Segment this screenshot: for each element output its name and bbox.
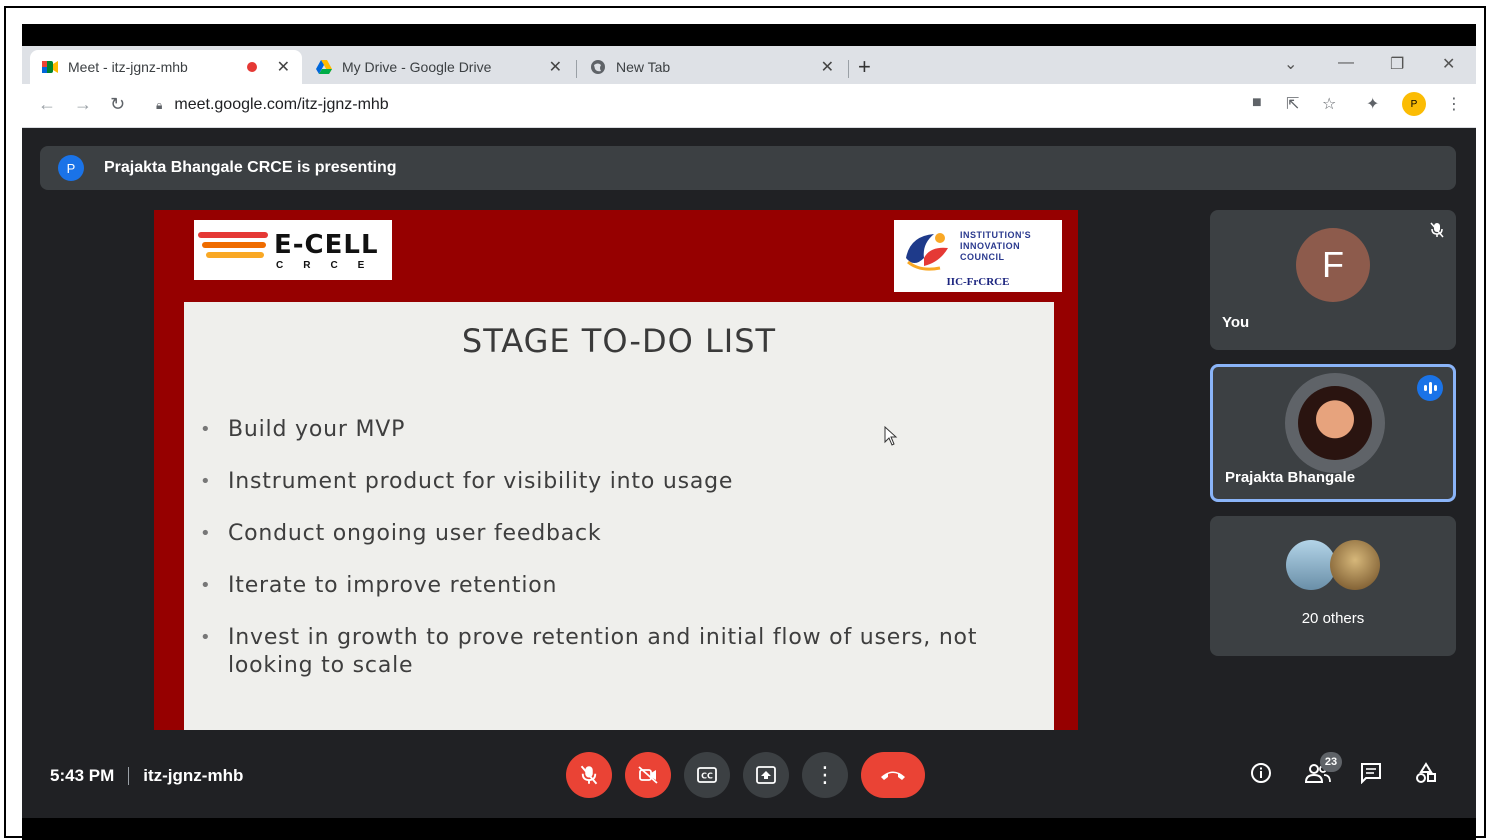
speaking-indicator-icon	[1417, 375, 1443, 401]
chevron-down-icon[interactable]: ⌄	[1284, 54, 1297, 74]
clock-time: 5:43 PM	[50, 766, 115, 785]
extensions-icon[interactable]: ✦	[1366, 94, 1379, 114]
avatar	[1286, 540, 1336, 590]
globe-icon	[590, 59, 606, 75]
present-button[interactable]	[743, 752, 789, 798]
slide-content: STAGE TO-DO LIST Build your MVP Instrume…	[184, 302, 1054, 730]
forward-icon[interactable]: →	[74, 94, 92, 115]
tab-separator	[576, 60, 577, 78]
iic-emblem	[906, 233, 948, 271]
drive-icon	[316, 59, 332, 75]
lock-icon: 🔒︎	[156, 97, 163, 112]
others-count: 20 others	[1301, 610, 1365, 627]
share-icon[interactable]: ⇱	[1286, 94, 1299, 114]
bullet-item: Invest in growth to prove retention and …	[200, 624, 1050, 680]
bullet-item: Instrument product for visibility into u…	[200, 468, 1050, 496]
control-bar: 5:43 PM itz-jgnz-mhb CC ⋮ 23	[22, 748, 1476, 808]
participant-tile-others[interactable]: 20 others	[1210, 516, 1456, 656]
ecell-word: E-CELL	[274, 230, 379, 260]
browser-window: Meet - itz-jgnz-mhb ✕ My Drive - Google …	[22, 24, 1476, 840]
presenting-text: Prajakta Bhangale CRCE is presenting	[104, 159, 397, 176]
camera-off-icon	[638, 766, 658, 784]
close-window-icon[interactable]: ✕	[1442, 54, 1455, 74]
captions-icon: CC	[697, 767, 717, 783]
mic-toggle-button[interactable]	[566, 752, 612, 798]
profile-avatar[interactable]: P	[1402, 92, 1426, 116]
star-icon[interactable]: ☆	[1322, 94, 1336, 114]
slide-bullets: Build your MVP Instrument product for vi…	[200, 416, 1050, 704]
present-icon	[756, 766, 776, 784]
svg-text:CC: CC	[701, 772, 713, 781]
activities-button[interactable]	[1415, 762, 1437, 790]
iic-logo: INSTITUTION'S INNOVATION COUNCIL IIC-FrC…	[894, 220, 1062, 292]
tab-drive[interactable]: My Drive - Google Drive ✕	[304, 50, 574, 84]
tab-title: New Tab	[616, 59, 671, 75]
chat-icon	[1361, 763, 1381, 785]
url-text: meet.google.com/itz-jgnz-mhb	[174, 96, 389, 113]
others-avatars	[1286, 540, 1386, 592]
reload-icon[interactable]: ↻	[110, 94, 125, 115]
participant-name: You	[1222, 314, 1250, 331]
minimize-icon[interactable]: —	[1338, 54, 1354, 72]
close-tab-icon[interactable]: ✕	[277, 57, 290, 77]
avatar	[1285, 373, 1385, 473]
slide-title: STAGE TO-DO LIST	[461, 322, 777, 360]
hang-up-icon	[881, 771, 905, 780]
new-tab-button[interactable]: +	[858, 54, 871, 80]
tab-title: My Drive - Google Drive	[342, 59, 492, 75]
address-bar: ← → ↻ 🔒︎ meet.google.com/itz-jgnz-mhb ■ …	[22, 84, 1476, 128]
meeting-code: itz-jgnz-mhb	[143, 766, 244, 785]
mic-off-icon	[580, 765, 598, 785]
tab-meet[interactable]: Meet - itz-jgnz-mhb ✕	[30, 50, 302, 84]
participant-name: Prajakta Bhangale	[1225, 469, 1356, 486]
ecell-logo: E-CELL CRCE	[194, 220, 392, 280]
participant-tile-speaker[interactable]: Prajakta Bhangale	[1210, 364, 1456, 502]
tab-title: Meet - itz-jgnz-mhb	[68, 59, 188, 75]
url-field[interactable]: 🔒︎ meet.google.com/itz-jgnz-mhb	[156, 96, 389, 114]
bullet-item: Build your MVP	[200, 416, 1050, 444]
meeting-info: 5:43 PM itz-jgnz-mhb	[50, 766, 243, 786]
activities-icon	[1416, 762, 1436, 783]
iic-bottom-text: IIC-FrCRCE	[946, 276, 1010, 288]
meet-icon	[42, 59, 58, 75]
camera-icon[interactable]: ■	[1252, 94, 1262, 112]
more-options-button[interactable]: ⋮	[802, 752, 848, 798]
tab-strip: Meet - itz-jgnz-mhb ✕ My Drive - Google …	[22, 46, 1476, 84]
presenting-banner: P Prajakta Bhangale CRCE is presenting	[40, 146, 1456, 190]
leave-call-button[interactable]	[861, 752, 925, 798]
chat-button[interactable]	[1360, 762, 1382, 790]
bullet-item: Iterate to improve retention	[200, 572, 1050, 600]
more-vert-icon: ⋮	[814, 762, 836, 787]
tab-separator	[848, 60, 849, 78]
meet-stage: P Prajakta Bhangale CRCE is presenting E…	[22, 128, 1476, 818]
close-tab-icon[interactable]: ✕	[821, 57, 834, 77]
bullet-item: Conduct ongoing user feedback	[200, 520, 1050, 548]
restore-icon[interactable]: ❐	[1390, 54, 1404, 74]
camera-toggle-button[interactable]	[625, 752, 671, 798]
tab-new[interactable]: New Tab ✕	[578, 50, 846, 84]
info-button[interactable]	[1250, 762, 1272, 790]
avatar	[1330, 540, 1380, 590]
presentation-slide: E-CELL CRCE INSTITUTION'S INNOVATION COU…	[154, 210, 1078, 730]
ecell-sub: CRCE	[276, 260, 385, 271]
presenter-avatar: P	[58, 155, 84, 181]
participant-tile-you[interactable]: F You	[1210, 210, 1456, 350]
captions-button[interactable]: CC	[684, 752, 730, 798]
avatar: F	[1296, 228, 1370, 302]
mic-off-icon	[1430, 222, 1444, 241]
ecell-stripes	[198, 232, 272, 268]
close-tab-icon[interactable]: ✕	[549, 57, 562, 77]
info-icon	[1251, 763, 1271, 783]
back-icon[interactable]: ←	[38, 94, 56, 115]
menu-icon[interactable]: ⋮	[1446, 94, 1462, 114]
iic-text: INSTITUTION'S INNOVATION COUNCIL	[960, 230, 1032, 262]
recording-icon	[246, 62, 257, 72]
participant-count-badge: 23	[1320, 752, 1342, 772]
